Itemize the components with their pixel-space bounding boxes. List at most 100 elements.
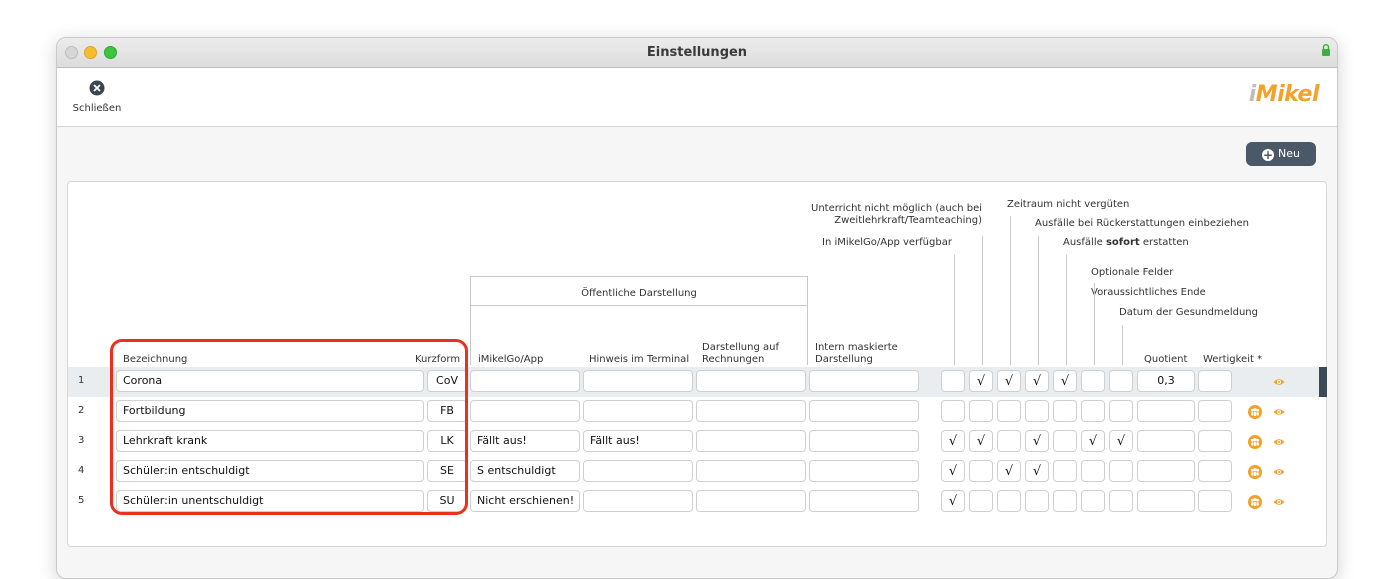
option-checkbox[interactable] — [969, 490, 993, 512]
invoice-text-field[interactable] — [696, 430, 806, 452]
app-text-field[interactable]: S entschuldigt — [470, 460, 580, 482]
intern-text-field[interactable] — [809, 430, 919, 452]
option-checkbox[interactable] — [1081, 370, 1105, 392]
app-text-field[interactable]: Nicht erschienen! — [470, 490, 580, 512]
option-checkbox[interactable] — [1053, 490, 1077, 512]
option-checkbox[interactable] — [1081, 400, 1105, 422]
table-row[interactable]: 2 Fortbildung FB — [68, 397, 1326, 427]
option-checkbox[interactable] — [1053, 400, 1077, 422]
option-checkbox[interactable]: √ — [997, 370, 1021, 392]
option-checkbox[interactable]: √ — [969, 370, 993, 392]
wertigkeit-field[interactable] — [1198, 370, 1232, 392]
row-number: 1 — [78, 375, 85, 386]
intern-text-field[interactable] — [809, 370, 919, 392]
lock-icon — [1322, 44, 1330, 56]
wertigkeit-field[interactable] — [1198, 460, 1232, 482]
group-icon[interactable] — [1248, 465, 1262, 479]
quotient-field[interactable] — [1137, 430, 1195, 452]
intern-text-field[interactable] — [809, 460, 919, 482]
invoice-text-field[interactable] — [696, 490, 806, 512]
option-checkbox[interactable]: √ — [1025, 460, 1049, 482]
terminal-hint-field[interactable] — [583, 460, 693, 482]
option-checkbox[interactable]: √ — [941, 460, 965, 482]
wertigkeit-field[interactable] — [1198, 400, 1232, 422]
app-text-field[interactable]: Fällt aus! — [470, 430, 580, 452]
terminal-hint-field[interactable] — [583, 400, 693, 422]
wertigkeit-field[interactable] — [1198, 430, 1232, 452]
short-field[interactable]: SE — [427, 460, 467, 482]
invoice-text-field[interactable] — [696, 370, 806, 392]
app-text-field[interactable] — [470, 400, 580, 422]
annotation-unterricht-line2: Zweitlehrkraft/Teamteaching) — [834, 215, 982, 226]
name-field[interactable]: Lehrkraft krank — [116, 430, 424, 452]
name-field[interactable]: Schüler:in entschuldigt — [116, 460, 424, 482]
invoice-text-field[interactable] — [696, 400, 806, 422]
row-number: 2 — [78, 405, 85, 416]
table-row[interactable]: 5 Schüler:in unentschuldigt SU Nicht erschi… — [68, 487, 1326, 517]
option-checkbox[interactable] — [941, 400, 965, 422]
connector-line — [1066, 255, 1067, 365]
col-header-hinweis: Hinweis im Terminal — [589, 354, 690, 365]
connector-line — [954, 255, 955, 365]
terminal-hint-field[interactable] — [583, 370, 693, 392]
close-button[interactable]: Schließen — [67, 80, 127, 114]
eye-icon[interactable] — [1273, 466, 1285, 478]
app-text-field[interactable] — [470, 370, 580, 392]
option-checkbox[interactable] — [1081, 490, 1105, 512]
option-checkbox[interactable]: √ — [1053, 370, 1077, 392]
name-field[interactable]: Schüler:in unentschuldigt — [116, 490, 424, 512]
option-checkbox[interactable] — [1109, 460, 1133, 482]
option-checkbox[interactable] — [1025, 400, 1049, 422]
option-checkbox[interactable]: √ — [1025, 370, 1049, 392]
option-checkbox[interactable] — [969, 460, 993, 482]
option-checkbox[interactable] — [1109, 400, 1133, 422]
option-checkbox[interactable]: √ — [1081, 430, 1105, 452]
option-checkbox[interactable]: √ — [1109, 430, 1133, 452]
intern-text-field[interactable] — [809, 490, 919, 512]
table-row[interactable]: 1 Corona CoV √ √ √ √ 0,3 — [68, 367, 1327, 397]
quotient-field[interactable] — [1137, 460, 1195, 482]
intern-text-field[interactable] — [809, 400, 919, 422]
quotient-field[interactable] — [1137, 400, 1195, 422]
quotient-field[interactable] — [1137, 490, 1195, 512]
group-icon[interactable] — [1248, 405, 1262, 419]
option-checkbox[interactable] — [1109, 370, 1133, 392]
wertigkeit-field[interactable] — [1198, 490, 1232, 512]
option-checkbox[interactable] — [1109, 490, 1133, 512]
col-header-bezeichnung: Bezeichnung — [123, 354, 188, 365]
short-field[interactable]: LK — [427, 430, 467, 452]
option-checkbox[interactable]: √ — [969, 430, 993, 452]
option-checkbox[interactable] — [997, 430, 1021, 452]
option-checkbox[interactable] — [1053, 460, 1077, 482]
name-field[interactable]: Corona — [116, 370, 424, 392]
option-checkbox[interactable] — [941, 370, 965, 392]
name-field[interactable]: Fortbildung — [116, 400, 424, 422]
option-checkbox[interactable] — [1053, 430, 1077, 452]
col-header-imikelgo: iMikelGo/App — [478, 354, 544, 365]
short-field[interactable]: FB — [427, 400, 467, 422]
group-icon[interactable] — [1248, 435, 1262, 449]
option-checkbox[interactable]: √ — [997, 460, 1021, 482]
option-checkbox[interactable] — [1025, 490, 1049, 512]
invoice-text-field[interactable] — [696, 460, 806, 482]
option-checkbox[interactable]: √ — [941, 430, 965, 452]
option-checkbox[interactable] — [1081, 460, 1105, 482]
eye-icon[interactable] — [1273, 376, 1285, 388]
eye-icon[interactable] — [1273, 496, 1285, 508]
terminal-hint-field[interactable]: Fällt aus! — [583, 430, 693, 452]
terminal-hint-field[interactable] — [583, 490, 693, 512]
option-checkbox[interactable]: √ — [941, 490, 965, 512]
option-checkbox[interactable] — [997, 490, 1021, 512]
option-checkbox[interactable]: √ — [1025, 430, 1049, 452]
table-row[interactable]: 4 Schüler:in entschuldigt SE S entschuldigt… — [68, 457, 1326, 487]
short-field[interactable]: SU — [427, 490, 467, 512]
eye-icon[interactable] — [1273, 436, 1285, 448]
group-icon[interactable] — [1248, 495, 1262, 509]
option-checkbox[interactable] — [969, 400, 993, 422]
quotient-field[interactable]: 0,3 — [1137, 370, 1195, 392]
table-row[interactable]: 3 Lehrkraft krank LK Fällt aus! Fällt aus! √ √… — [68, 427, 1326, 457]
option-checkbox[interactable] — [997, 400, 1021, 422]
new-button[interactable]: + Neu — [1246, 142, 1316, 166]
eye-icon[interactable] — [1273, 406, 1285, 418]
short-field[interactable]: CoV — [427, 370, 467, 392]
